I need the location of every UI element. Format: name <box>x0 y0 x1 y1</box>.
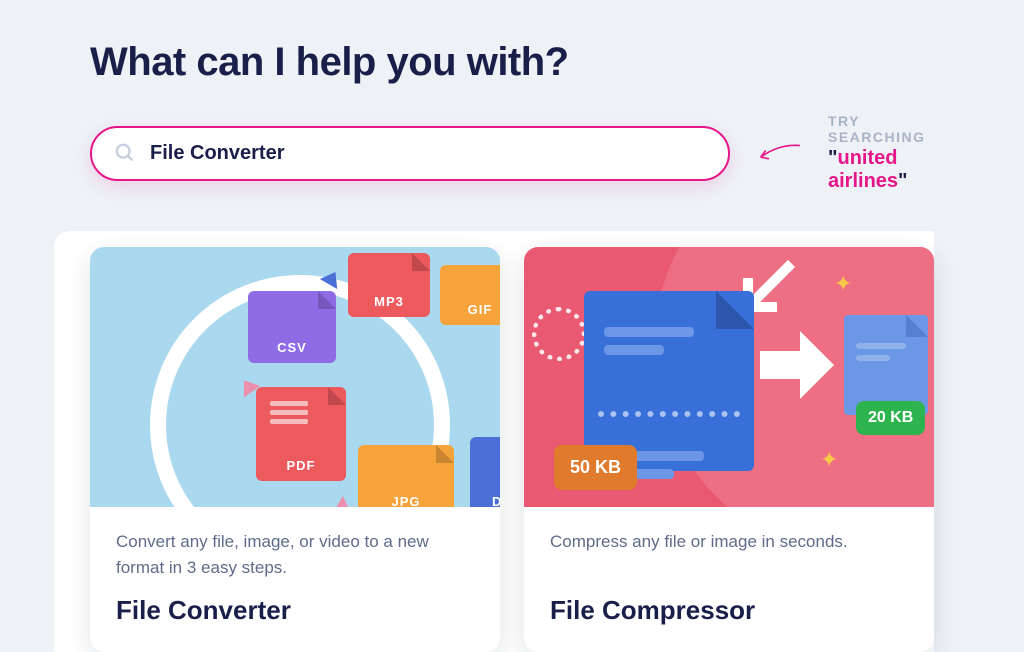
card-art-converter: CSV MP3 GIF X <box>90 247 500 507</box>
compress-arrow-icon <box>760 335 830 395</box>
page-title: What can I help you with? <box>90 40 934 85</box>
try-suggestion: "united airlines" <box>828 147 934 193</box>
file-chip-csv-icon: CSV <box>248 291 336 363</box>
card-title: File Converter <box>116 595 474 626</box>
search-row: TRY SEARCHING "united airlines" <box>90 113 934 193</box>
file-chip-mp3-icon: MP3 <box>348 253 430 317</box>
card-file-compressor[interactable]: 50 KB ✦ 20 KB ✦ Compress any file <box>524 247 934 652</box>
sparkle-icon: ✦ <box>820 447 838 473</box>
hint-arrow-icon <box>754 138 804 168</box>
file-chip-gif-icon: GIF <box>440 265 500 325</box>
card-art-compressor: 50 KB ✦ 20 KB ✦ <box>524 247 934 507</box>
search-input[interactable] <box>150 142 706 165</box>
search-icon <box>114 142 136 164</box>
small-file-icon <box>844 315 928 415</box>
large-file-icon <box>584 291 754 471</box>
size-before-badge: 50 KB <box>554 445 637 490</box>
card-title: File Compressor <box>550 595 908 626</box>
file-chip-doc-icon: DOC <box>470 437 500 507</box>
file-chip-pdf-icon: PDF <box>256 387 346 481</box>
sparkle-icon: ✦ <box>834 271 852 297</box>
cards-area: CSV MP3 GIF X <box>54 231 934 652</box>
card-file-converter[interactable]: CSV MP3 GIF X <box>90 247 500 652</box>
size-after-badge: 20 KB <box>856 401 925 435</box>
file-chip-jpg-icon: JPG <box>358 445 454 507</box>
search-box[interactable] <box>90 126 730 181</box>
try-label: TRY SEARCHING <box>828 113 934 145</box>
card-desc: Compress any file or image in seconds. <box>550 529 908 581</box>
card-desc: Convert any file, image, or video to a n… <box>116 529 474 581</box>
try-searching-hint: TRY SEARCHING "united airlines" <box>828 113 934 193</box>
